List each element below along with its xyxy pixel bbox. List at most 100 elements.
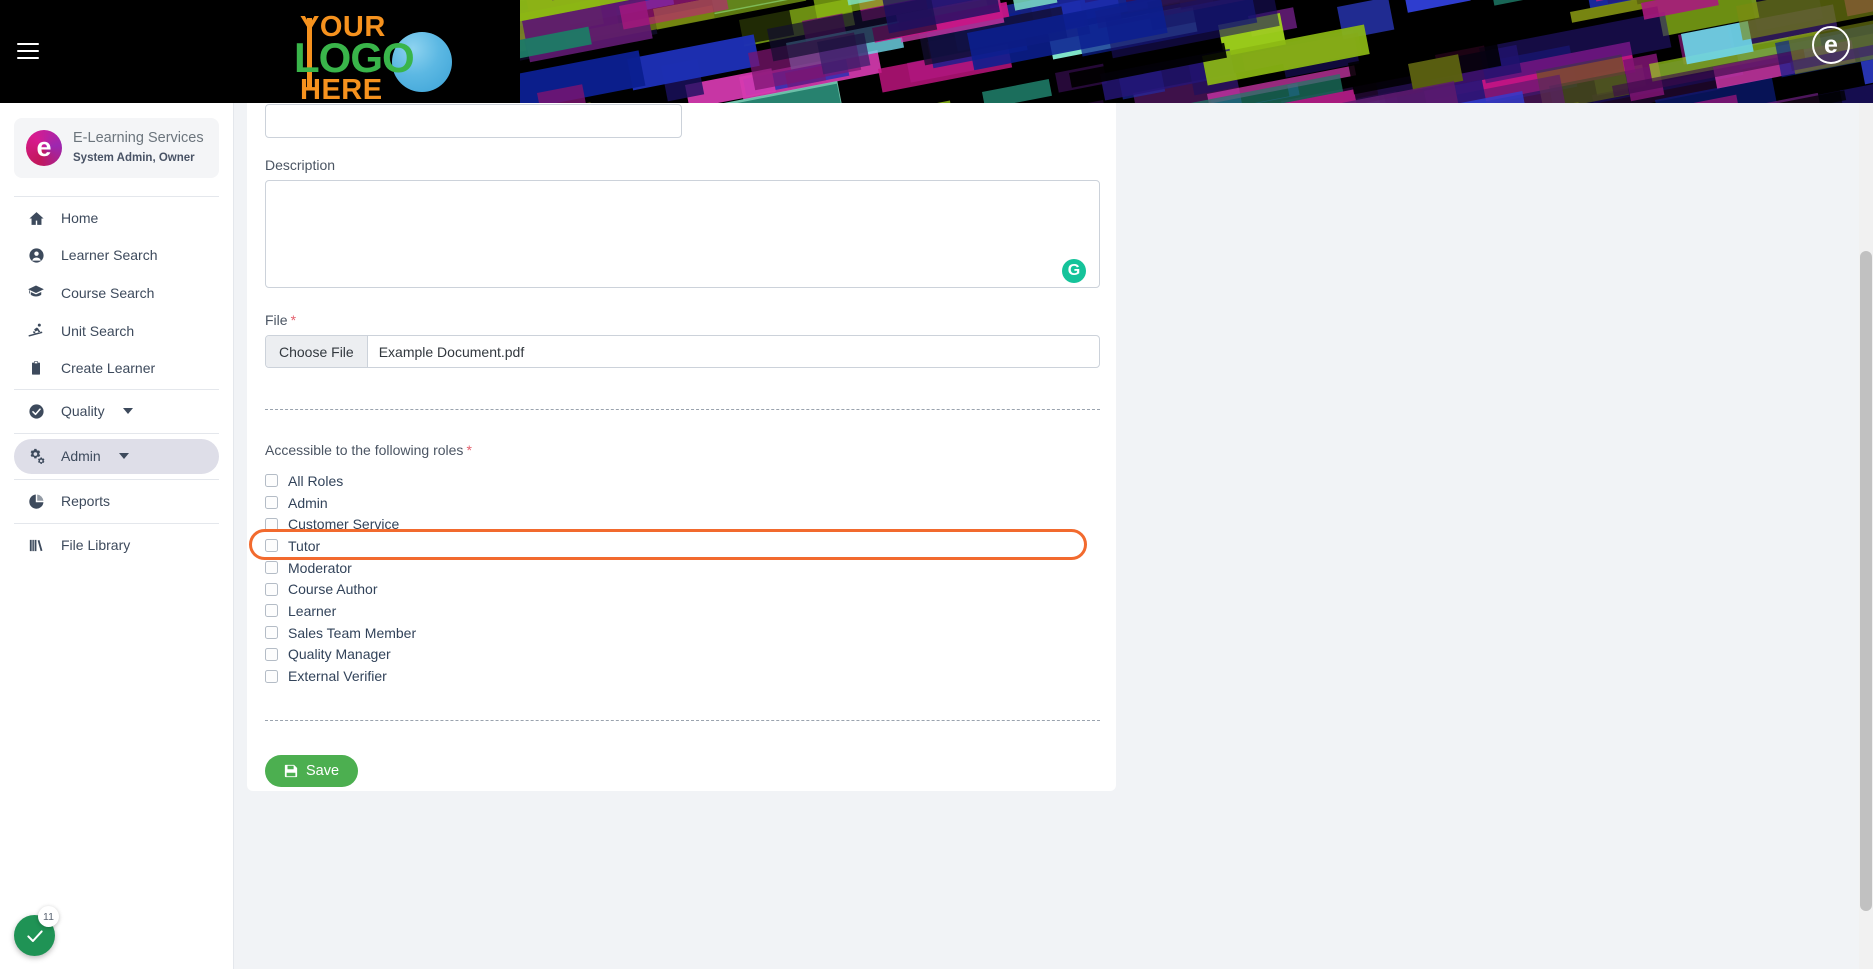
sidebar-item-learner-search[interactable]: Learner Search [14, 239, 219, 272]
sidebar-divider [14, 388, 219, 390]
pie-chart-icon [25, 493, 47, 510]
checkbox-icon[interactable] [265, 582, 278, 596]
grammarly-g-icon[interactable]: G [1062, 259, 1086, 283]
file-label: File * [265, 312, 1100, 328]
role-checkbox-label: Quality Manager [288, 646, 391, 663]
checkbox-icon[interactable] [265, 539, 278, 553]
sidebar-item-reports[interactable]: Reports [14, 485, 219, 518]
checkbox-icon[interactable] [265, 474, 278, 488]
check-icon [26, 929, 43, 942]
sidebar-divider [14, 195, 219, 197]
role-checkbox-row[interactable]: Admin [265, 492, 1100, 514]
roles-required-asterisk: * [466, 442, 472, 458]
role-checkbox-label: All Roles [288, 472, 344, 489]
home-icon [25, 210, 47, 227]
sidebar-item-create-learner[interactable]: Create Learner [14, 352, 219, 384]
file-required-asterisk: * [290, 312, 297, 328]
roles-checkbox-list: All Roles Admin Customer Service Tutor Moder… [249, 470, 1100, 687]
sidebar-item-label: Home [61, 210, 99, 227]
role-checkbox-row[interactable]: Tutor [265, 535, 1100, 557]
role-checkbox-label: External Verifier [288, 668, 387, 685]
sidebar-item-quality[interactable]: Quality [14, 395, 219, 428]
sidebar-item-label: Reports [61, 493, 111, 510]
sidebar-nav-list: Home Learner Search Course Search Unit Sear… [14, 202, 219, 562]
description-label: Description [265, 157, 336, 173]
sidebar-item-unit-search[interactable]: Unit Search [14, 314, 219, 348]
avatar-letter: e [1824, 30, 1838, 59]
role-checkbox-row[interactable]: Moderator [265, 557, 1100, 579]
checkbox-icon[interactable] [265, 626, 278, 640]
role-checkbox-label: Sales Team Member [288, 624, 417, 641]
save-button[interactable]: Save [265, 754, 359, 787]
description-textarea[interactable] [265, 180, 1100, 288]
sidebar-item-label: Admin [61, 448, 101, 465]
role-checkbox-row[interactable]: External Verifier [265, 665, 1100, 687]
hamburger-menu-icon[interactable] [17, 43, 39, 61]
roles-label-text: Accessible to the following roles [265, 442, 464, 458]
chevron-down-icon [118, 453, 129, 460]
sidebar-item-label: Quality [61, 403, 105, 420]
description-field-wrapper: G [265, 180, 1100, 293]
file-upload-form: Description G File * Choose File Example … [249, 103, 1100, 787]
sidebar-item-label: Create Learner [61, 359, 156, 376]
sidebar-item-home[interactable]: Home [14, 202, 219, 235]
role-checkbox-row[interactable]: Learner [265, 600, 1100, 622]
checkbox-icon[interactable] [265, 669, 278, 683]
site-logo[interactable]: YOUR LOGO HERE [294, 6, 494, 119]
sidebar-item-label: Learner Search [61, 247, 158, 264]
section-divider-top [265, 409, 1100, 410]
sidebar-item-file-library[interactable]: File Library [14, 529, 219, 562]
checkbox-icon[interactable] [265, 496, 278, 510]
profile-card[interactable]: e E-Learning Services System Admin, Owne… [14, 118, 219, 178]
role-checkbox-row[interactable]: Sales Team Member [265, 622, 1100, 644]
role-checkbox-label: Admin [288, 494, 328, 511]
file-input-row[interactable]: Choose File Example Document.pdf [265, 335, 1100, 368]
floppy-disk-icon [284, 764, 298, 777]
profile-avatar-letter: e [36, 132, 52, 163]
checkbox-icon[interactable] [265, 604, 278, 618]
checkbox-icon[interactable] [265, 561, 278, 575]
role-checkbox-label: Customer Service [288, 516, 400, 533]
books-icon [25, 537, 47, 554]
file-label-text: File [265, 312, 288, 328]
role-checkbox-label: Course Author [288, 581, 378, 598]
sidebar: e E-Learning Services System Admin, Owne… [0, 103, 234, 969]
selected-file-name: Example Document.pdf [378, 343, 525, 360]
sidebar-item-label: Unit Search [61, 322, 135, 339]
check-circle-icon [25, 403, 47, 420]
checkbox-icon[interactable] [265, 647, 278, 661]
role-checkbox-row[interactable]: Course Author [265, 578, 1100, 600]
skier-icon [25, 322, 47, 340]
role-checkbox-row[interactable]: Quality Manager [265, 644, 1100, 666]
profile-avatar: e [26, 129, 62, 166]
save-button-label: Save [306, 762, 340, 779]
roles-label: Accessible to the following roles * [265, 442, 1100, 458]
user-circle-icon [25, 247, 47, 264]
logo-text-line3: HERE [300, 74, 383, 106]
sidebar-divider [14, 478, 219, 480]
role-checkbox-label: Tutor [288, 537, 321, 554]
clipboard-list-icon [25, 360, 47, 376]
sidebar-item-admin[interactable]: Admin [14, 438, 219, 474]
chevron-down-icon [122, 408, 133, 415]
page-scrollbar-thumb[interactable] [1860, 251, 1872, 911]
role-checkbox-row[interactable]: Customer Service [265, 513, 1100, 535]
checkbox-icon[interactable] [265, 517, 278, 531]
graduate-icon [25, 284, 47, 302]
sidebar-item-label: Course Search [61, 284, 155, 301]
role-checkbox-label: Learner [288, 602, 337, 619]
sidebar-item-label: File Library [61, 537, 131, 554]
sidebar-divider [14, 522, 219, 524]
page-scrollbar-track[interactable] [1859, 103, 1873, 969]
section-divider-bottom [265, 719, 1100, 721]
role-checkbox-row[interactable]: All Roles [265, 470, 1100, 492]
role-checkbox-label: Moderator [288, 559, 352, 576]
sidebar-item-course-search[interactable]: Course Search [14, 276, 219, 310]
cogs-icon [25, 447, 47, 466]
profile-role: System Admin, Owner [73, 151, 195, 164]
user-avatar[interactable]: e [1812, 26, 1850, 64]
profile-name: E-Learning Services [73, 130, 204, 146]
choose-file-button[interactable]: Choose File [266, 336, 368, 367]
fab-notification-badge[interactable]: 11 [38, 906, 59, 927]
sidebar-divider [14, 432, 219, 434]
